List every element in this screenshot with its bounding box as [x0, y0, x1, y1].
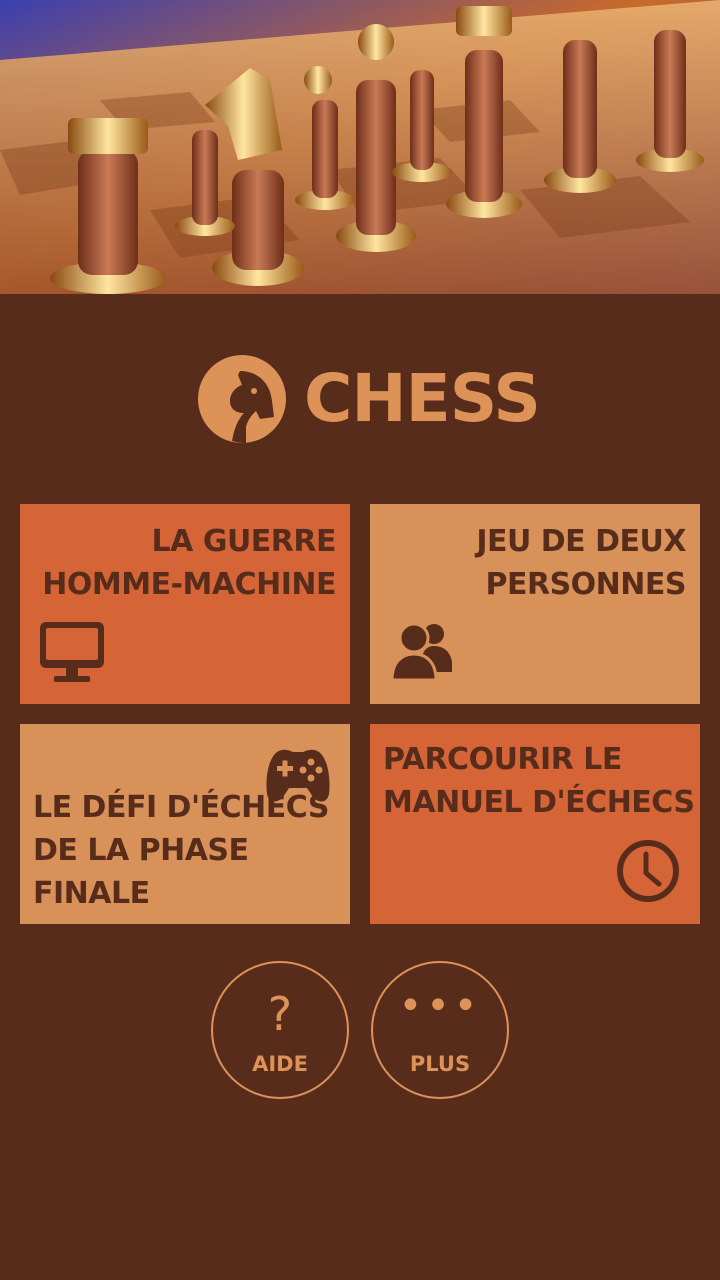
tile-label: LA GUERRE HOMME-MACHINE — [42, 524, 336, 602]
tile-man-vs-machine[interactable]: LA GUERRE HOMME-MACHINE — [20, 504, 350, 704]
tile-endgame-challenge[interactable]: LE DÉFI D'ÉCHECS DE LA PHASE FINALE — [20, 724, 350, 924]
hero-chess-image — [0, 0, 720, 294]
tile-two-players[interactable]: JEU DE DEUX PERSONNES — [370, 504, 700, 704]
help-label: AIDE — [252, 1052, 308, 1076]
clock-icon — [617, 840, 679, 902]
help-button[interactable]: ? AIDE — [211, 961, 349, 1099]
knight-logo-icon — [198, 355, 286, 443]
tile-label: PARCOURIR LE MANUEL D'ÉCHECS — [383, 742, 695, 820]
app-title: CHESS — [304, 360, 541, 437]
more-button[interactable]: ••• PLUS — [371, 961, 509, 1099]
tile-label: LE DÉFI D'ÉCHECS DE LA PHASE FINALE — [33, 790, 329, 911]
more-dots-icon: ••• — [398, 983, 482, 1029]
tile-chess-manual[interactable]: PARCOURIR LE MANUEL D'ÉCHECS — [370, 724, 700, 924]
more-label: PLUS — [409, 1052, 471, 1076]
two-users-icon — [390, 622, 452, 682]
tile-label: JEU DE DEUX PERSONNES — [476, 524, 686, 602]
computer-monitor-icon — [40, 622, 104, 682]
question-mark-icon: ? — [267, 987, 293, 1041]
app-logo: CHESS — [196, 352, 541, 446]
